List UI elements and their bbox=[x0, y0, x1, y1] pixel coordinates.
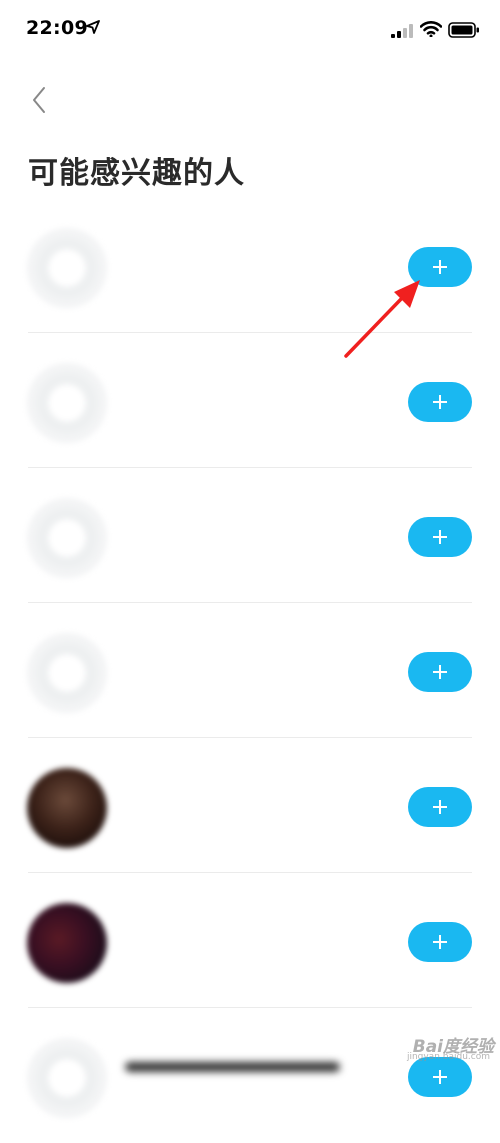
avatar[interactable] bbox=[27, 903, 107, 983]
watermark: Bai度经验 jingyan.baidu.com bbox=[386, 1028, 494, 1062]
follow-button[interactable] bbox=[408, 517, 472, 557]
location-arrow-icon bbox=[86, 20, 100, 34]
plus-icon bbox=[433, 800, 447, 814]
avatar[interactable] bbox=[27, 363, 107, 443]
avatar[interactable] bbox=[27, 633, 107, 713]
chevron-left-icon bbox=[33, 87, 45, 113]
plus-icon bbox=[433, 530, 447, 544]
red-arrow-icon bbox=[344, 280, 420, 358]
page-title: 可能感兴趣的人 bbox=[28, 156, 245, 191]
follow-button[interactable] bbox=[408, 1057, 472, 1097]
plus-icon bbox=[433, 935, 447, 949]
watermark-sub: jingyan.baidu.com bbox=[406, 1052, 490, 1062]
status-bar: 22:09 bbox=[0, 0, 500, 60]
battery-icon bbox=[448, 22, 479, 38]
wifi-icon bbox=[420, 21, 442, 37]
plus-icon bbox=[433, 395, 447, 409]
avatar[interactable] bbox=[27, 498, 107, 578]
blurred-content bbox=[125, 1062, 340, 1072]
list-item[interactable] bbox=[0, 603, 500, 738]
plus-icon bbox=[433, 665, 447, 679]
avatar[interactable] bbox=[27, 1038, 107, 1118]
plus-icon bbox=[433, 260, 447, 274]
follow-button[interactable] bbox=[408, 652, 472, 692]
plus-icon bbox=[433, 1070, 447, 1084]
avatar[interactable] bbox=[27, 768, 107, 848]
status-time: 22:09 bbox=[26, 17, 88, 39]
avatar[interactable] bbox=[27, 228, 107, 308]
list-item[interactable] bbox=[0, 738, 500, 873]
list-item[interactable] bbox=[0, 468, 500, 603]
follow-button[interactable] bbox=[408, 922, 472, 962]
back-button[interactable] bbox=[26, 80, 58, 120]
follow-button[interactable] bbox=[408, 787, 472, 827]
follow-button[interactable] bbox=[408, 382, 472, 422]
signal-icon bbox=[391, 24, 413, 38]
list-item[interactable] bbox=[0, 873, 500, 1008]
